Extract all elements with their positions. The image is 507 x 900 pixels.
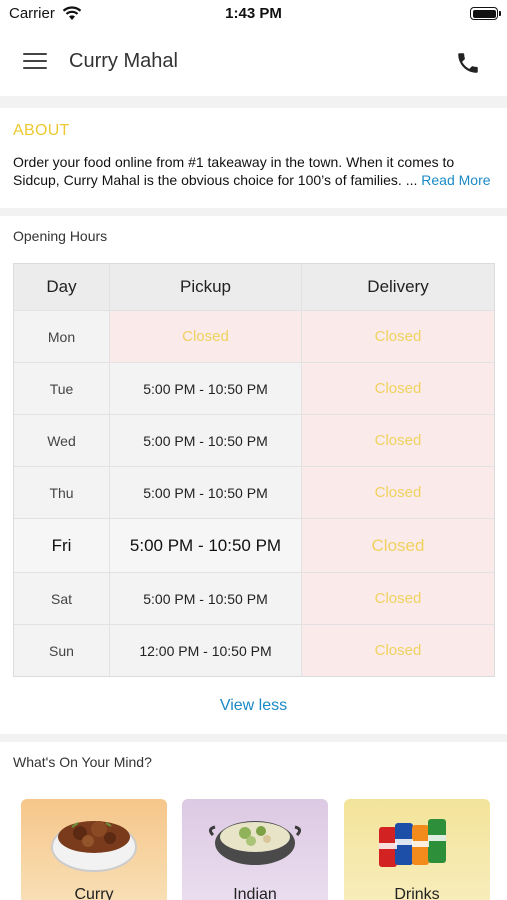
opening-hours-section: Opening Hours Day Pickup Delivery Mon Cl… <box>0 216 507 734</box>
delivery-cell: Closed <box>302 363 494 414</box>
table-row: Wed 5:00 PM - 10:50 PM Closed <box>14 415 494 467</box>
section-divider <box>0 96 507 108</box>
opening-hours-table: Day Pickup Delivery Mon Closed Closed Tu… <box>13 263 495 677</box>
view-less-link[interactable]: View less <box>0 697 507 715</box>
about-text: Order your food online from #1 takeaway … <box>13 154 455 188</box>
category-label: Curry <box>74 886 114 900</box>
delivery-cell: Closed <box>302 573 494 624</box>
section-divider <box>0 208 507 216</box>
battery-icon <box>470 7 501 20</box>
pickup-cell: Closed <box>110 311 302 362</box>
clock: 1:43 PM <box>225 5 282 22</box>
pickup-cell: 5:00 PM - 10:50 PM <box>110 415 302 466</box>
delivery-cell: Closed <box>302 311 494 362</box>
indian-dish-icon <box>208 821 302 865</box>
phone-call-icon[interactable] <box>455 50 481 76</box>
restaurant-title: Curry Mahal <box>69 50 178 72</box>
about-description: Order your food online from #1 takeaway … <box>13 153 498 189</box>
day-cell: Fri <box>14 519 110 572</box>
status-bar: Carrier 1:43 PM <box>0 0 507 28</box>
table-row: Sun 12:00 PM - 10:50 PM Closed <box>14 625 494 676</box>
table-row: Thu 5:00 PM - 10:50 PM Closed <box>14 467 494 519</box>
pickup-cell: 5:00 PM - 10:50 PM <box>110 519 302 572</box>
pickup-cell: 5:00 PM - 10:50 PM <box>110 363 302 414</box>
hamburger-menu-icon[interactable] <box>23 52 47 72</box>
about-section: ABOUT Order your food online from #1 tak… <box>0 108 507 208</box>
day-cell: Sun <box>14 625 110 676</box>
about-heading: ABOUT <box>13 122 70 139</box>
day-cell: Thu <box>14 467 110 518</box>
delivery-cell: Closed <box>302 467 494 518</box>
delivery-cell: Closed <box>302 519 494 572</box>
table-row: Mon Closed Closed <box>14 311 494 363</box>
column-header-delivery: Delivery <box>302 264 494 310</box>
delivery-cell: Closed <box>302 625 494 676</box>
curry-bowl-icon <box>51 821 137 872</box>
delivery-cell: Closed <box>302 415 494 466</box>
category-card-curry[interactable]: Curry <box>21 799 167 900</box>
opening-hours-heading: Opening Hours <box>13 228 108 244</box>
column-header-pickup: Pickup <box>110 264 302 310</box>
read-more-link[interactable]: Read More <box>421 172 490 188</box>
category-card-indian[interactable]: Indian <box>182 799 328 900</box>
day-cell: Mon <box>14 311 110 362</box>
column-header-day: Day <box>14 264 110 310</box>
table-row: Tue 5:00 PM - 10:50 PM Closed <box>14 363 494 415</box>
pickup-cell: 12:00 PM - 10:50 PM <box>110 625 302 676</box>
whats-on-your-mind-heading: What's On Your Mind? <box>13 754 152 770</box>
pickup-cell: 5:00 PM - 10:50 PM <box>110 467 302 518</box>
app-header: Curry Mahal <box>0 28 507 96</box>
pickup-cell: 5:00 PM - 10:50 PM <box>110 573 302 624</box>
table-row: Sat 5:00 PM - 10:50 PM Closed <box>14 573 494 625</box>
table-row-today: Fri 5:00 PM - 10:50 PM Closed <box>14 519 494 573</box>
drink-cans-icon <box>379 819 446 867</box>
category-card-drinks[interactable]: Drinks <box>344 799 490 900</box>
day-cell: Tue <box>14 363 110 414</box>
whats-on-your-mind-section: What's On Your Mind? Curry Indian Drinks <box>0 742 507 900</box>
table-header-row: Day Pickup Delivery <box>14 264 494 311</box>
category-label: Indian <box>233 886 277 900</box>
day-cell: Wed <box>14 415 110 466</box>
category-label: Drinks <box>394 886 440 900</box>
day-cell: Sat <box>14 573 110 624</box>
section-divider <box>0 734 507 742</box>
